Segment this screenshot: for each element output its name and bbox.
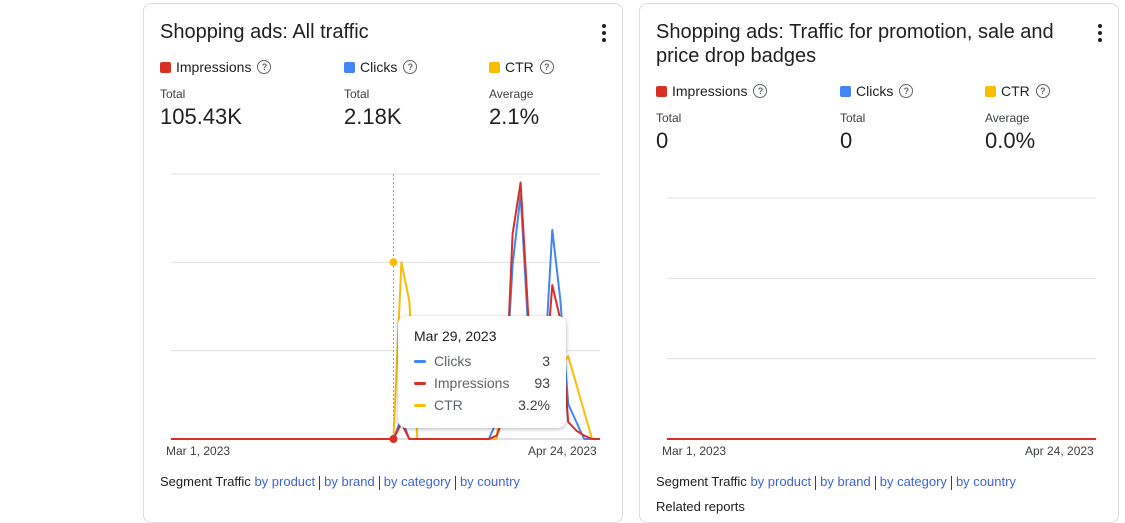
chart-tooltip: Mar 29, 2023 Clicks 3 Impressions 93 CTR 3.… (398, 316, 566, 428)
tooltip-series-value: 93 (534, 375, 550, 391)
tooltip-row-ctr: CTR 3.2% (414, 394, 550, 416)
segment-by-category-link[interactable]: by category (384, 474, 451, 489)
segment-by-category-link[interactable]: by category (880, 474, 947, 489)
segment-by-product-link[interactable]: by product (254, 474, 315, 489)
tooltip-series-name: CTR (434, 397, 463, 413)
tooltip-series-name: Clicks (434, 353, 472, 369)
promotion-badges-card: Shopping ads: Traffic for promotion, sal… (639, 3, 1119, 523)
x-axis-end-label: Apr 24, 2023 (1025, 444, 1094, 458)
segment-label: Segment Traffic (656, 474, 747, 489)
segment-by-country-link[interactable]: by country (460, 474, 520, 489)
segment-traffic-links: Segment Traffic by product by brand by cat… (656, 474, 1016, 490)
impressions-hover-point (389, 435, 398, 443)
tooltip-series-value: 3 (542, 353, 550, 369)
badges-line-chart[interactable] (640, 4, 1120, 464)
tooltip-row-clicks: Clicks 3 (414, 350, 550, 372)
segment-by-product-link[interactable]: by product (750, 474, 811, 489)
segment-by-brand-link[interactable]: by brand (820, 474, 871, 489)
segment-label: Segment Traffic (160, 474, 251, 489)
x-axis-start-label: Mar 1, 2023 (662, 444, 727, 458)
tooltip-series-value: 3.2% (518, 397, 550, 413)
all-traffic-card: Shopping ads: All traffic Impressions? T… (143, 3, 623, 523)
x-axis-start-label: Mar 1, 2023 (166, 444, 231, 458)
tooltip-date: Mar 29, 2023 (414, 328, 497, 344)
segment-by-brand-link[interactable]: by brand (324, 474, 375, 489)
x-axis-end-label: Apr 24, 2023 (528, 444, 597, 458)
segment-traffic-links: Segment Traffic by product by brand by cat… (160, 474, 520, 490)
ctr-hover-point (389, 258, 398, 267)
tooltip-row-impressions: Impressions 93 (414, 372, 550, 394)
segment-by-country-link[interactable]: by country (956, 474, 1016, 489)
tooltip-series-name: Impressions (434, 375, 510, 391)
